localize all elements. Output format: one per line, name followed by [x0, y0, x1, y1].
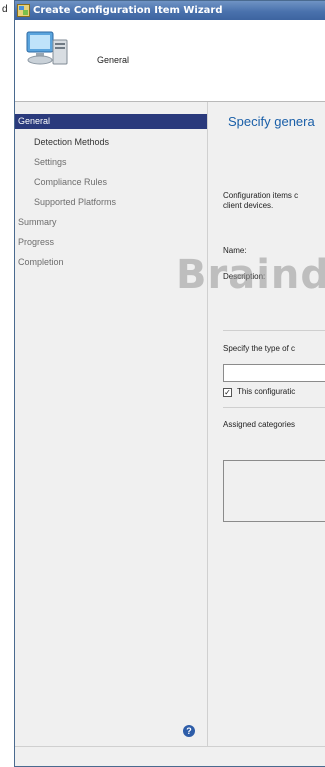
wizard-nav: General Detection Methods Settings Compl…	[15, 102, 207, 747]
background-text-fragment: d	[2, 4, 8, 15]
title-bar[interactable]: Create Configuration Item Wizard	[15, 1, 325, 20]
window-title: Create Configuration Item Wizard	[33, 5, 223, 16]
nav-item-settings[interactable]: Settings	[15, 152, 207, 172]
header-title: General	[97, 55, 130, 65]
page-heading: Specify genera	[228, 114, 315, 129]
divider	[223, 330, 325, 331]
categories-label: Assigned categories	[223, 420, 296, 429]
description-label: Description:	[223, 272, 266, 281]
name-label: Name:	[223, 246, 247, 255]
nav-item-general[interactable]: General	[15, 114, 207, 129]
type-select[interactable]	[223, 364, 325, 382]
nav-item-compliance-rules[interactable]: Compliance Rules	[15, 172, 207, 192]
wizard-app-icon	[17, 4, 30, 17]
config-checkbox-label: This configuratic	[237, 387, 296, 396]
wizard-window: Create Configuration Item Wizard General…	[14, 0, 325, 767]
divider	[223, 407, 325, 408]
intro-line-1: Configuration items c	[223, 191, 299, 200]
wizard-content: Specify genera Configuration items c cli…	[207, 102, 325, 747]
nav-item-supported-platforms[interactable]: Supported Platforms	[15, 192, 207, 212]
wizard-footer	[15, 746, 325, 766]
nav-item-completion[interactable]: Completion	[15, 252, 207, 272]
nav-item-detection-methods[interactable]: Detection Methods	[15, 132, 207, 152]
intro-line-2: client devices.	[223, 201, 274, 210]
nav-item-progress[interactable]: Progress	[15, 232, 207, 252]
computer-config-icon	[26, 31, 68, 65]
help-icon[interactable]: ?	[183, 725, 195, 737]
nav-item-summary[interactable]: Summary	[15, 212, 207, 232]
categories-list[interactable]	[223, 460, 325, 522]
type-label: Specify the type of c	[223, 344, 296, 353]
intro-text: Configuration items c client devices.	[223, 191, 298, 211]
wizard-header: General	[15, 20, 325, 102]
background-window-strip: d	[0, 0, 14, 767]
config-checkbox[interactable]: ✓	[223, 388, 232, 397]
